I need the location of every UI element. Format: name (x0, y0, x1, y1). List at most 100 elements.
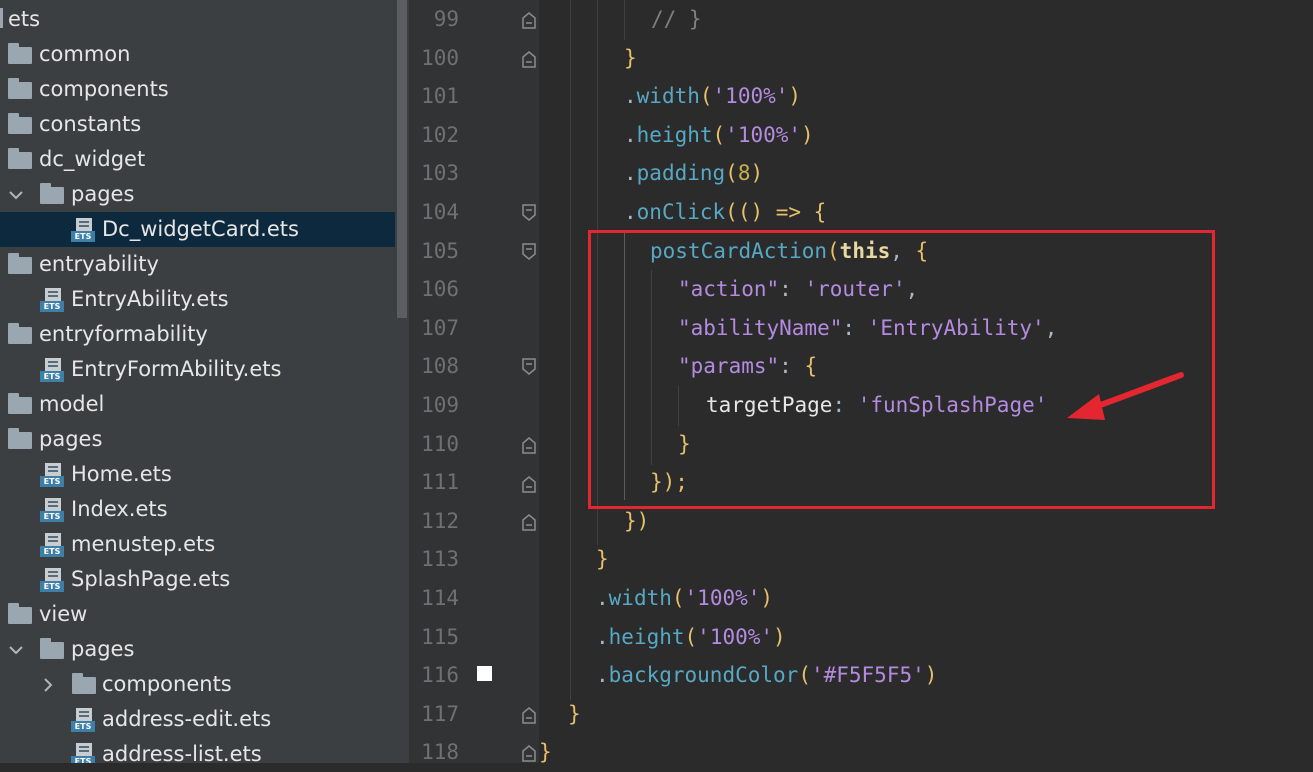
fold-start-icon[interactable] (520, 242, 538, 262)
code-line-117[interactable]: } (539, 695, 581, 734)
tree-scrollbar-thumb[interactable] (397, 0, 407, 318)
ets-file-icon: ETS (71, 708, 95, 732)
brace: } (624, 45, 637, 70)
line-number: 100 (421, 45, 459, 70)
tree-item-constants[interactable]: constants (0, 107, 395, 142)
tree-item-home-ets[interactable]: ETS Home.ets (0, 457, 395, 492)
tree-item-pages[interactable]: pages (0, 422, 395, 457)
chevron-down-icon[interactable] (8, 177, 24, 212)
line-number: 118 (421, 740, 459, 765)
tree-item-dc-widget-pages[interactable]: pages (0, 177, 395, 212)
ets-file-icon: ETS (40, 533, 64, 557)
tree-item-splashpage-ets[interactable]: ETS SplashPage.ets (0, 562, 395, 597)
tree-item-address-list[interactable]: ETS address-list.ets (0, 737, 395, 763)
tree-item-entryability[interactable]: entryability (0, 247, 395, 282)
string-literal: '100%' (725, 122, 802, 147)
tree-item-label: Home.ets (71, 462, 172, 486)
tree-item-view[interactable]: view (0, 597, 395, 632)
number-literal: 8 (737, 161, 751, 186)
line-number: 104 (421, 200, 459, 224)
tree-item-dc-widgetcard[interactable]: ETS Dc_widgetCard.ets (0, 212, 395, 247)
brace: } (539, 740, 552, 765)
tree-item-label: view (39, 602, 88, 626)
tree-root-label: ets (8, 7, 41, 31)
tree-item-view-components[interactable]: components (0, 667, 395, 702)
fold-end-icon[interactable] (520, 704, 538, 724)
tree-item-label: pages (71, 637, 135, 661)
folder-icon (40, 183, 64, 204)
fold-end-icon[interactable] (520, 473, 538, 493)
line-number: 106 (421, 277, 459, 302)
fold-end-icon[interactable] (520, 9, 538, 29)
tree-item-common[interactable]: common (0, 37, 395, 72)
folder-icon (72, 673, 96, 694)
comment: // } (651, 7, 702, 31)
folder-icon (40, 638, 64, 659)
fold-end-icon[interactable] (520, 511, 538, 531)
line-number: 114 (421, 586, 459, 610)
tree-item-address-edit[interactable]: ETS address-edit.ets (0, 702, 395, 737)
line-number: 103 (421, 161, 459, 186)
tree-item-label: address-edit.ets (102, 707, 272, 731)
tree-item-entryformability-ets[interactable]: ETS EntryFormAbility.ets (0, 352, 395, 387)
fold-end-icon[interactable] (520, 48, 538, 68)
code-line-102[interactable]: .height('100%') (539, 116, 814, 155)
tree-item-model[interactable]: model (0, 387, 395, 422)
fold-end-icon[interactable] (520, 434, 538, 454)
method-name: width (608, 586, 672, 610)
arrow-fn-start: (() => { (725, 200, 827, 224)
line-number: 99 (433, 7, 459, 31)
tree-item-label: menustep.ets (71, 532, 216, 556)
tree-item-menustep-ets[interactable]: ETS menustep.ets (0, 527, 395, 562)
method-name: padding (636, 161, 726, 186)
method-name: backgroundColor (608, 663, 799, 688)
tree-item-label: EntryAbility.ets (71, 287, 229, 311)
fold-end-icon[interactable] (520, 742, 538, 762)
tree-item-label: components (39, 77, 169, 101)
chevron-right-icon[interactable] (40, 667, 56, 702)
brace: } (568, 701, 581, 726)
code-line-116[interactable]: .backgroundColor('#F5F5F5') (539, 656, 937, 695)
code-line-101[interactable]: .width('100%') (539, 77, 801, 116)
tree-item-label: pages (39, 427, 103, 451)
line-number: 113 (421, 547, 459, 572)
project-tree: ets common components constants dc_widge… (0, 0, 409, 763)
folder-icon (8, 323, 32, 344)
red-arrow-icon (1067, 372, 1184, 420)
code-line-115[interactable]: .height('100%') (539, 618, 786, 657)
code-line-104[interactable]: .onClick(() => { (539, 193, 826, 232)
tree-item-index-ets[interactable]: ETS Index.ets (0, 492, 395, 527)
line-number: 112 (421, 508, 459, 533)
code-line-103[interactable]: .padding(8) (539, 154, 763, 193)
fold-start-icon[interactable] (520, 357, 538, 377)
line-number: 116 (421, 663, 459, 688)
color-preview-swatch[interactable] (477, 666, 492, 681)
line-number: 101 (421, 84, 459, 109)
folder-icon (8, 393, 32, 414)
tree-item-entryformability[interactable]: entryformability (0, 317, 395, 352)
folder-icon (8, 603, 32, 624)
folder-icon (8, 78, 32, 99)
tree-item-label: Index.ets (71, 497, 168, 521)
tree-root[interactable]: ets (0, 2, 395, 37)
tree-item-view-pages[interactable]: pages (0, 632, 395, 667)
string-literal: '#F5F5F5' (810, 663, 925, 688)
tree-item-label: SplashPage.ets (71, 567, 231, 591)
chevron-down-icon[interactable] (8, 632, 24, 667)
code-line-113[interactable]: } (539, 540, 609, 579)
string-literal: '100%' (697, 624, 774, 649)
code-line-100[interactable]: } (539, 39, 637, 78)
tree-item-label: common (39, 42, 131, 66)
brace: } (596, 547, 609, 572)
folder-icon (8, 253, 32, 274)
tree-item-components[interactable]: components (0, 72, 395, 107)
code-line-99[interactable]: // } (539, 0, 702, 39)
tree-item-dc-widget[interactable]: dc_widget (0, 142, 395, 177)
line-number: 117 (421, 701, 459, 726)
code-line-118[interactable]: } (539, 733, 552, 772)
ets-file-icon: ETS (40, 498, 64, 522)
fold-start-icon[interactable] (520, 203, 538, 223)
line-number: 102 (421, 122, 459, 147)
code-line-114[interactable]: .width('100%') (539, 579, 773, 618)
tree-item-entryability-ets[interactable]: ETS EntryAbility.ets (0, 282, 395, 317)
